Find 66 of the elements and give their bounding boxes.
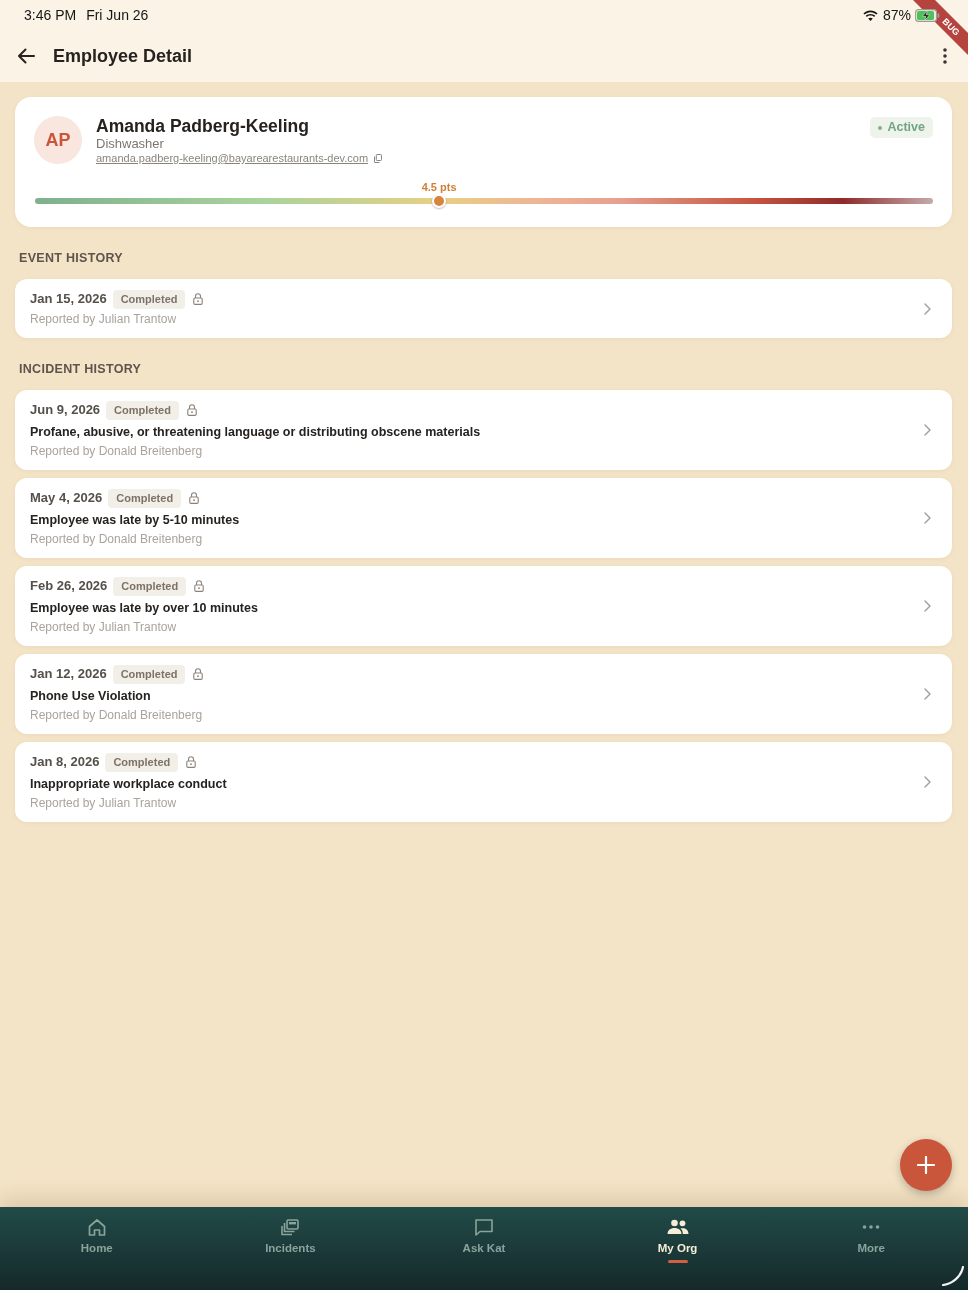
- chevron-right-icon: [924, 424, 931, 436]
- battery-percent: 87%: [882, 5, 911, 25]
- status-badge: Completed: [106, 400, 179, 420]
- section-heading: INCIDENT HISTORY: [18, 361, 143, 377]
- reporter-text: Reported by Donald Breitenberg: [30, 531, 204, 548]
- more-dots-icon: [862, 1225, 881, 1229]
- copy-icon[interactable]: [374, 154, 383, 163]
- status-badge: Completed: [105, 752, 179, 772]
- status-badge: Active: [870, 117, 933, 138]
- incident-title: Inappropriate workplace conduct: [30, 776, 228, 793]
- reporter-text: Reported by Julian Trantow: [30, 795, 178, 812]
- reporter-text: Reported by Donald Breitenberg: [30, 443, 204, 460]
- people-icon: [666, 1219, 689, 1235]
- event-date: Jun 9, 2026: [30, 401, 101, 420]
- avatar: AP: [34, 116, 82, 164]
- event-date: Jan 12, 2026: [30, 665, 107, 684]
- status-dot-icon: [878, 125, 883, 130]
- nav-tab[interactable]: More: [774, 1207, 968, 1290]
- chevron-right-icon: [924, 600, 931, 612]
- incident-title: Profane, abusive, or threatening language or distributing obscene materials: [30, 424, 482, 441]
- employee-name: Amanda Padberg-Keeling: [96, 116, 310, 136]
- nav-tab[interactable]: My Org: [580, 1207, 775, 1290]
- plus-icon: [917, 1156, 935, 1174]
- section-heading: EVENT HISTORY: [18, 250, 124, 266]
- incident-card[interactable]: Feb 26, 2026 Completed Employee was late by over 10 minutes Reported by Julian Trantow: [15, 566, 952, 646]
- status-time: 3:46 PM: [24, 5, 77, 25]
- stacked-cards-icon: [280, 1217, 301, 1237]
- nav-tab[interactable]: Incidents: [193, 1207, 388, 1290]
- incident-title: Employee was late by over 10 minutes: [30, 600, 259, 617]
- incident-card[interactable]: Jan 12, 2026 Completed Phone Use Violation Reported by Donald Breitenberg: [15, 654, 952, 734]
- status-date: Fri Jun 26: [86, 5, 149, 25]
- add-button[interactable]: [900, 1139, 952, 1191]
- kebab-menu-icon: [943, 48, 947, 64]
- reporter-text: Reported by Julian Trantow: [30, 311, 178, 328]
- event-date: May 4, 2026: [30, 489, 103, 508]
- chat-bubble-icon: [474, 1217, 494, 1237]
- status-badge: Completed: [113, 576, 187, 596]
- incident-title: Employee was late by 5-10 minutes: [30, 512, 241, 529]
- nav-tab[interactable]: Home: [0, 1207, 194, 1290]
- chevron-right-icon: [924, 776, 931, 788]
- back-arrow-icon: [17, 48, 35, 64]
- event-date: Jan 15, 2026: [30, 290, 107, 309]
- reporter-text: Reported by Julian Trantow: [30, 619, 178, 636]
- reporter-text: Reported by Donald Breitenberg: [30, 707, 204, 724]
- event-card[interactable]: Jan 15, 2026 Completed Reported by Julian Trantow: [15, 279, 952, 338]
- home-icon: [86, 1217, 107, 1237]
- score-label: 4.5 pts: [421, 180, 457, 194]
- status-badge: Completed: [112, 289, 186, 309]
- email-link[interactable]: amanda.padberg-keeling@bayarearestaurants-dev.com: [96, 152, 369, 165]
- page-title: Employee Detail: [53, 44, 193, 68]
- chevron-right-icon: [924, 302, 931, 315]
- chevron-right-icon: [924, 688, 931, 700]
- event-date: Feb 26, 2026: [30, 577, 108, 596]
- corner-arc-icon: [942, 1266, 964, 1286]
- event-date: Jan 8, 2026: [30, 753, 100, 772]
- incident-title: Phone Use Violation: [30, 688, 152, 705]
- status-badge: Completed: [108, 488, 182, 508]
- incident-card[interactable]: Jun 9, 2026 Completed Profane, abusive, or threatening language or distributing obscene materials Reported by Donald Breitenberg: [15, 390, 952, 470]
- battery-charging-icon: [915, 8, 940, 22]
- chevron-right-icon: [924, 512, 931, 524]
- wifi-icon: [862, 9, 878, 21]
- incident-card[interactable]: May 4, 2026 Completed Employee was late by 5-10 minutes Reported by Donald Breitenberg: [15, 478, 952, 558]
- incident-card[interactable]: Jan 8, 2026 Completed Inappropriate workplace conduct Reported by Julian Trantow: [15, 742, 952, 822]
- nav-tab[interactable]: Ask Kat: [387, 1207, 581, 1290]
- status-badge: Completed: [112, 664, 186, 684]
- employee-role: Dishwasher: [96, 136, 165, 152]
